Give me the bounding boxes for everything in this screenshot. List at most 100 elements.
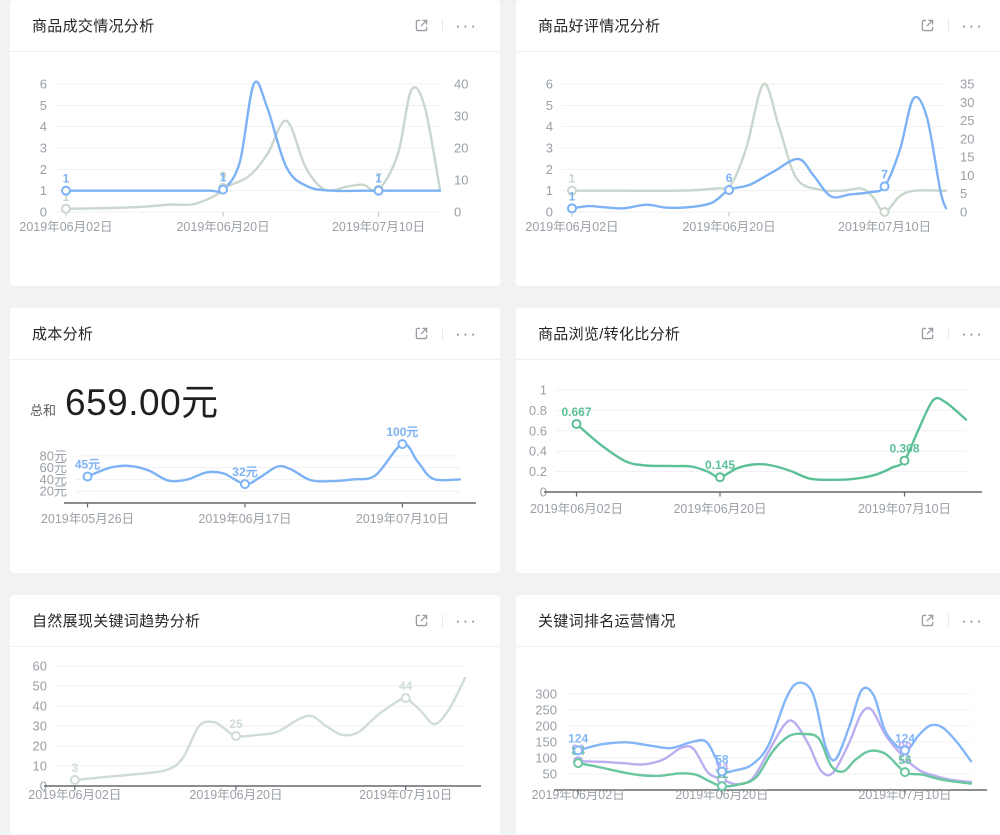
divider — [948, 19, 949, 32]
svg-text:2019年06月20日: 2019年06月20日 — [176, 220, 269, 234]
svg-text:2: 2 — [546, 162, 553, 177]
svg-text:6: 6 — [546, 77, 553, 92]
svg-text:50: 50 — [33, 679, 47, 694]
external-link-icon[interactable] — [413, 17, 430, 34]
svg-text:1: 1 — [569, 189, 576, 203]
svg-text:50: 50 — [543, 767, 557, 782]
external-link-icon[interactable] — [919, 17, 936, 34]
svg-text:2019年06月17日: 2019年06月17日 — [198, 512, 291, 526]
svg-text:0: 0 — [960, 205, 967, 220]
svg-text:100元: 100元 — [386, 425, 418, 439]
cost-summary: 总和 659.00元 — [30, 372, 219, 426]
external-link-icon[interactable] — [413, 612, 430, 629]
svg-text:10: 10 — [960, 168, 974, 183]
card-header: 自然展现关键词趋势分析 ··· — [10, 595, 500, 647]
svg-text:80元: 80元 — [40, 448, 67, 463]
card-title: 商品成交情况分析 — [32, 15, 413, 36]
svg-text:3: 3 — [546, 141, 553, 156]
svg-text:0.308: 0.308 — [889, 442, 919, 456]
card-review-analysis: 商品好评情况分析 ··· 0123456051015202530352019年0… — [516, 0, 1000, 286]
card-cost-analysis: 成本分析 ··· 总和 659.00元 20元40元60元80元2019年05月… — [10, 308, 500, 573]
chart-transaction-analysis[interactable]: 01234560102030402019年06月02日2019年06月20日20… — [10, 53, 500, 286]
divider — [442, 327, 443, 340]
svg-text:4: 4 — [40, 119, 47, 134]
svg-text:1: 1 — [220, 171, 227, 185]
divider — [442, 614, 443, 627]
svg-text:2019年07月10日: 2019年07月10日 — [359, 788, 452, 802]
more-options-icon[interactable]: ··· — [455, 612, 478, 629]
svg-text:0.145: 0.145 — [705, 458, 735, 472]
svg-text:40: 40 — [454, 77, 468, 92]
more-options-icon[interactable]: ··· — [455, 17, 478, 34]
more-options-icon[interactable]: ··· — [455, 325, 478, 342]
more-options-icon[interactable]: ··· — [961, 612, 984, 629]
card-header: 成本分析 ··· — [10, 308, 500, 360]
svg-text:0.667: 0.667 — [561, 405, 591, 419]
summary-label: 总和 — [30, 400, 56, 419]
svg-text:20: 20 — [33, 739, 47, 754]
svg-text:32元: 32元 — [232, 465, 257, 479]
svg-text:2019年07月10日: 2019年07月10日 — [838, 220, 931, 234]
svg-text:20: 20 — [960, 131, 974, 146]
svg-text:3: 3 — [71, 761, 78, 775]
svg-text:10: 10 — [454, 173, 468, 188]
svg-text:1: 1 — [375, 172, 382, 186]
svg-text:2019年06月02日: 2019年06月02日 — [525, 220, 618, 234]
card-title: 成本分析 — [32, 323, 413, 344]
svg-text:5: 5 — [40, 98, 47, 113]
svg-text:60: 60 — [33, 659, 47, 674]
svg-text:250: 250 — [535, 703, 557, 718]
svg-text:2019年06月02日: 2019年06月02日 — [532, 788, 625, 802]
svg-text:30: 30 — [960, 95, 974, 110]
svg-text:5: 5 — [546, 98, 553, 113]
svg-text:2: 2 — [40, 162, 47, 177]
svg-text:30: 30 — [33, 719, 47, 734]
chart-review-analysis[interactable]: 0123456051015202530352019年06月02日2019年06月… — [516, 53, 1000, 286]
card-header: 商品好评情况分析 ··· — [516, 0, 1000, 52]
external-link-icon[interactable] — [413, 325, 430, 342]
divider — [442, 19, 443, 32]
svg-text:6: 6 — [40, 77, 47, 92]
svg-text:200: 200 — [535, 719, 557, 734]
external-link-icon[interactable] — [919, 325, 936, 342]
svg-text:2019年07月10日: 2019年07月10日 — [332, 220, 425, 234]
svg-text:1: 1 — [546, 183, 553, 198]
dashboard-page: { "page": {"background": "#f0f2f4", "car… — [0, 0, 1000, 799]
svg-text:2019年06月20日: 2019年06月20日 — [682, 220, 775, 234]
svg-text:0: 0 — [40, 205, 47, 220]
card-title: 自然展现关键词趋势分析 — [32, 610, 413, 631]
svg-text:2019年06月20日: 2019年06月20日 — [673, 502, 766, 516]
svg-text:2019年07月10日: 2019年07月10日 — [356, 512, 449, 526]
svg-text:1: 1 — [40, 183, 47, 198]
svg-text:58: 58 — [715, 752, 729, 766]
svg-text:0: 0 — [546, 205, 553, 220]
svg-text:10: 10 — [33, 759, 47, 774]
svg-text:2019年07月10日: 2019年07月10日 — [858, 788, 951, 802]
chart-keyword-ranking[interactable]: 501001502002503002019年06月02日2019年06月20日2… — [516, 647, 1000, 812]
card-title: 商品浏览/转化比分析 — [538, 323, 919, 344]
svg-text:0: 0 — [454, 205, 461, 220]
svg-text:7: 7 — [881, 167, 888, 181]
external-link-icon[interactable] — [919, 612, 936, 629]
svg-text:0.2: 0.2 — [529, 464, 547, 479]
svg-text:30: 30 — [454, 109, 468, 124]
card-transaction-analysis: 商品成交情况分析 ··· 01234560102030402019年06月02日… — [10, 0, 500, 286]
svg-text:25: 25 — [960, 113, 974, 128]
svg-text:2019年06月02日: 2019年06月02日 — [530, 502, 623, 516]
svg-text:1: 1 — [63, 172, 70, 186]
svg-text:0.8: 0.8 — [529, 403, 547, 418]
card-title: 商品好评情况分析 — [538, 15, 919, 36]
svg-text:15: 15 — [960, 150, 974, 165]
more-options-icon[interactable]: ··· — [961, 325, 984, 342]
card-conversion-analysis: 商品浏览/转化比分析 ··· 00.20.40.60.812019年06月02日… — [516, 308, 1000, 573]
svg-text:124: 124 — [568, 731, 588, 745]
chart-cost-analysis[interactable]: 20元40元60元80元2019年05月26日2019年06月17日2019年0… — [10, 423, 500, 548]
svg-text:124: 124 — [895, 731, 915, 745]
card-keyword-ranking: 关键词排名运营情况 ··· 501001502002503002019年06月0… — [516, 595, 1000, 835]
svg-text:0.6: 0.6 — [529, 423, 547, 438]
chart-keyword-trend[interactable]: 01020304050602019年06月02日2019年06月20日2019年… — [10, 647, 500, 812]
svg-text:4: 4 — [546, 119, 553, 134]
chart-conversion-analysis[interactable]: 00.20.40.60.812019年06月02日2019年06月20日2019… — [516, 361, 1000, 573]
card-keyword-trend-analysis: 自然展现关键词趋势分析 ··· 01020304050602019年06月02日… — [10, 595, 500, 835]
more-options-icon[interactable]: ··· — [961, 17, 984, 34]
